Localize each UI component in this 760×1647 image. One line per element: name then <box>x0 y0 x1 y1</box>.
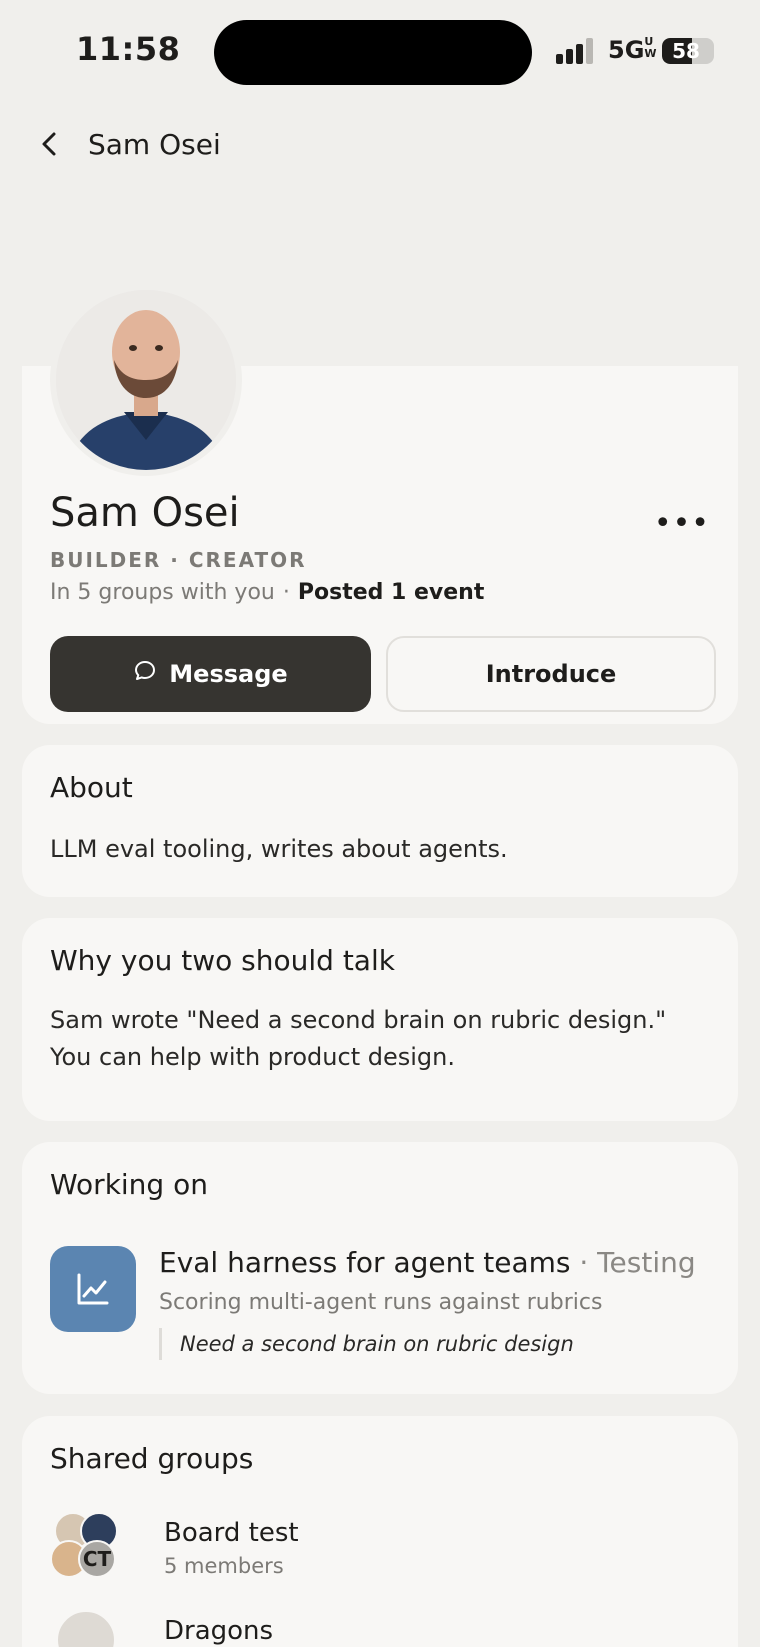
about-card: About LLM eval tooling, writes about age… <box>22 745 738 897</box>
introduce-button-label: Introduce <box>485 660 617 688</box>
events-posted[interactable]: Posted 1 event <box>298 580 485 605</box>
network-indicator: 5GUW <box>608 35 657 65</box>
profile-name: Sam Osei <box>50 490 240 536</box>
group-name: Dragons <box>164 1616 274 1646</box>
working-on-card: Working on Eval harness for agent teams … <box>22 1142 738 1394</box>
group-item[interactable]: CT Board test 5 members <box>50 1512 650 1586</box>
why-talk-heading: Why you two should talk <box>50 944 395 977</box>
group-name: Board test <box>164 1518 299 1548</box>
signal-icon <box>556 38 596 64</box>
profile-page: 11:58 5GUW 58 Sam Osei Sam Osei ••• BUIL… <box>0 0 760 1647</box>
chevron-left-icon[interactable] <box>32 126 68 162</box>
message-button[interactable]: Message <box>50 636 371 712</box>
group-members: 5 members <box>164 1554 284 1578</box>
avatar-photo <box>56 290 236 470</box>
profile-meta: In 5 groups with you · Posted 1 event <box>50 580 484 605</box>
avatar[interactable] <box>50 284 242 476</box>
about-text: LLM eval tooling, writes about agents. <box>50 835 508 863</box>
battery-icon: 58 <box>662 38 714 64</box>
group-avatars: CT <box>50 1512 120 1582</box>
project-title[interactable]: Eval harness for agent teams · Testing <box>159 1246 696 1279</box>
shared-groups-heading: Shared groups <box>50 1442 254 1475</box>
nav-title: Sam Osei <box>88 128 221 161</box>
groups-in-common[interactable]: In 5 groups with you <box>50 580 275 605</box>
member-avatar <box>56 1610 116 1647</box>
project-title-text: Eval harness for agent teams <box>159 1246 571 1279</box>
chat-bubble-icon <box>133 659 157 689</box>
dynamic-island <box>214 20 532 85</box>
group-avatars <box>50 1610 120 1647</box>
project-need: Need a second brain on rubric design <box>159 1328 574 1360</box>
about-heading: About <box>50 771 133 804</box>
network-label: 5G <box>608 36 645 64</box>
introduce-button[interactable]: Introduce <box>386 636 716 712</box>
status-time: 11:58 <box>76 30 181 68</box>
status-bar: 11:58 5GUW 58 <box>0 0 760 100</box>
nav-bar: Sam Osei <box>0 118 760 170</box>
meta-separator: · <box>282 580 290 605</box>
group-item[interactable]: Dragons <box>50 1610 650 1647</box>
battery-percent: 58 <box>672 39 700 63</box>
profile-roles: BUILDER · CREATOR <box>50 548 307 572</box>
more-options-icon[interactable]: ••• <box>654 506 710 541</box>
shared-groups-card: Shared groups CT Board test 5 members Dr… <box>22 1416 738 1647</box>
why-talk-text: Sam wrote "Need a second brain on rubric… <box>50 1006 667 1071</box>
line-chart-icon[interactable] <box>50 1246 136 1332</box>
message-button-label: Message <box>169 660 288 688</box>
working-on-heading: Working on <box>50 1168 208 1201</box>
why-talk-card: Why you two should talk Sam wrote "Need … <box>22 918 738 1121</box>
member-avatar-initials: CT <box>78 1540 116 1578</box>
project-status: · Testing <box>570 1246 696 1279</box>
project-subtitle: Scoring multi-agent runs against rubrics <box>159 1290 603 1315</box>
network-suffix: UW <box>644 35 657 60</box>
